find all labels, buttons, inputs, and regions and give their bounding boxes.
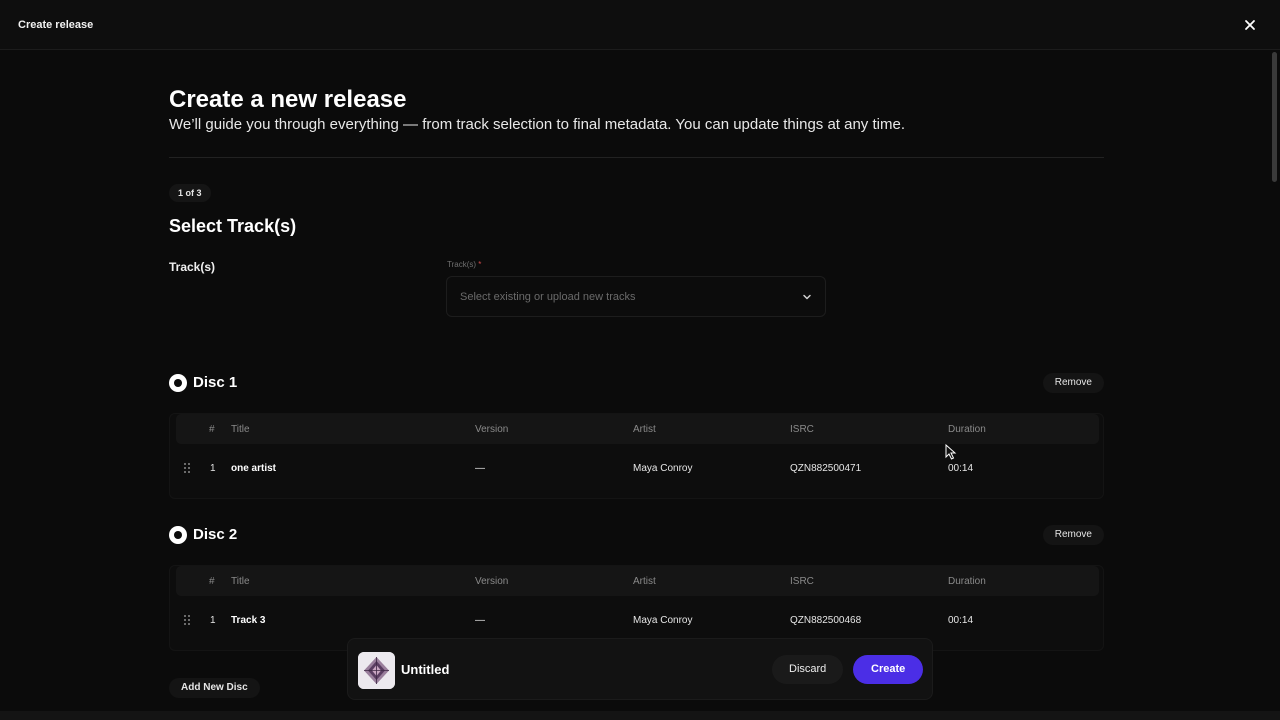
release-artwork <box>358 652 395 689</box>
track-isrc: QZN882500468 <box>790 615 862 626</box>
tracks-table: # Title Version Artist ISRC Duration 1 o… <box>169 413 1104 499</box>
column-header-number: # <box>209 576 215 587</box>
remove-disc-button[interactable]: Remove <box>1042 525 1104 545</box>
tracks-select-label-text: Track(s) <box>447 260 477 269</box>
column-header-isrc: ISRC <box>790 576 814 587</box>
column-header-duration: Duration <box>948 424 986 435</box>
required-mark: * <box>478 260 482 269</box>
track-isrc: QZN882500471 <box>790 463 862 474</box>
track-version: — <box>475 463 485 474</box>
track-version: — <box>475 615 485 626</box>
divider <box>169 157 1104 158</box>
remove-disc-button[interactable]: Remove <box>1042 373 1104 393</box>
scrollbar[interactable] <box>1272 52 1277 182</box>
column-header-artist: Artist <box>633 576 656 587</box>
disc-title: Disc 1 <box>193 374 238 391</box>
bottom-edge <box>0 711 1280 720</box>
release-action-bar: Untitled Discard Create <box>347 638 933 700</box>
track-number: 1 <box>210 615 216 626</box>
release-name: Untitled <box>401 662 450 677</box>
section-title: Select Track(s) <box>169 216 297 236</box>
create-button[interactable]: Create <box>853 655 924 684</box>
disc-title: Disc 2 <box>193 526 238 543</box>
chevron-down-icon <box>803 294 811 300</box>
drag-handle-icon[interactable] <box>183 462 192 475</box>
column-header-artist: Artist <box>633 424 656 435</box>
page-subtitle: We’ll guide you through everything — fro… <box>169 116 905 133</box>
table-row[interactable]: 1 Track 3 — Maya Conroy QZN882500468 00:… <box>170 602 1103 642</box>
column-header-isrc: ISRC <box>790 424 814 435</box>
column-header-version: Version <box>475 424 509 435</box>
track-artist: Maya Conroy <box>633 615 693 626</box>
tracks-select-label: Track(s) * <box>447 260 481 269</box>
tracks-select-placeholder: Select existing or upload new tracks <box>460 291 636 303</box>
disc-icon <box>169 374 187 392</box>
column-header-number: # <box>209 424 215 435</box>
track-number: 1 <box>210 463 216 474</box>
window-titlebar: Create release <box>0 0 1280 50</box>
table-row[interactable]: 1 one artist — Maya Conroy QZN882500471 … <box>170 450 1103 490</box>
mouse-cursor-icon <box>945 444 957 460</box>
column-header-duration: Duration <box>948 576 986 587</box>
close-icon[interactable] <box>1242 17 1258 33</box>
column-header-title: Title <box>231 424 250 435</box>
track-artist: Maya Conroy <box>633 463 693 474</box>
disc-header: Disc 1 Remove <box>169 372 1104 394</box>
track-duration: 00:14 <box>948 615 974 626</box>
track-duration: 00:14 <box>948 463 974 474</box>
disc-icon <box>169 526 187 544</box>
column-header-title: Title <box>231 576 250 587</box>
track-title: one artist <box>231 463 277 474</box>
drag-handle-icon[interactable] <box>183 614 192 627</box>
add-new-disc-button[interactable]: Add New Disc <box>169 678 260 698</box>
track-title: Track 3 <box>231 615 266 626</box>
table-header: # Title Version Artist ISRC Duration <box>176 566 1099 596</box>
tracks-select[interactable]: Select existing or upload new tracks <box>446 276 826 317</box>
artwork-image <box>358 652 395 689</box>
page-title: Create a new release <box>169 86 407 113</box>
column-header-version: Version <box>475 576 509 587</box>
table-header: # Title Version Artist ISRC Duration <box>176 414 1099 444</box>
discard-button[interactable]: Discard <box>772 655 844 684</box>
tracks-field-label: Track(s) <box>169 260 216 274</box>
step-badge: 1 of 3 <box>169 184 211 202</box>
window-title: Create release <box>18 19 94 31</box>
disc-header: Disc 2 Remove <box>169 524 1104 546</box>
